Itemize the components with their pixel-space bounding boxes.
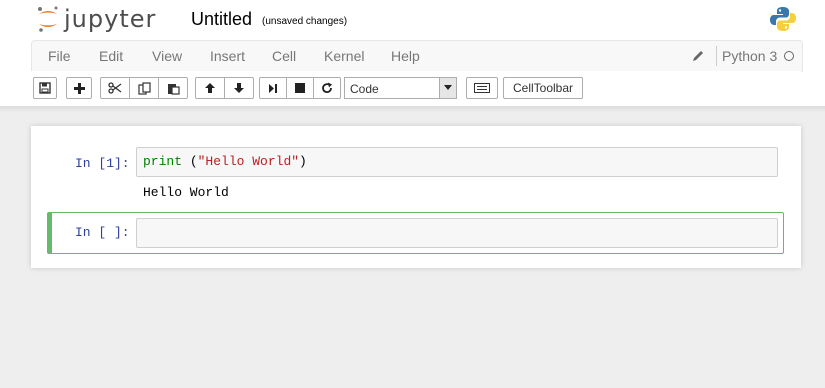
cell-2-selected[interactable]: In [ ]: [47,212,784,254]
copy-button[interactable] [129,77,159,99]
toolbar: Code CellToolbar [31,71,801,105]
celltoolbar-button[interactable]: CellToolbar [503,77,583,99]
stop-icon [295,83,305,93]
kernel-divider [716,46,717,66]
cell-2-input[interactable] [136,218,778,248]
paste-button[interactable] [158,77,188,99]
header-shadow [0,106,825,112]
logo-text: jupyter [64,5,157,33]
arrow-up-icon [205,83,215,93]
run-button[interactable] [259,77,287,99]
autosave-status: (unsaved changes) [262,16,348,27]
plus-icon [73,82,85,94]
cell-1-prompt: In [1]: [75,156,130,171]
menu-insert[interactable]: Insert [210,48,245,64]
run-icon [269,83,277,93]
cell-type-value: Code [350,82,379,96]
cell-type-select[interactable]: Code [344,77,457,99]
code-keyword: print [143,154,183,169]
cut-button[interactable] [100,77,130,99]
notebook-title[interactable]: Untitled [191,9,252,30]
cell-1-input[interactable]: print ("Hello World") [136,147,778,177]
restart-button[interactable] [313,77,341,99]
move-up-button[interactable] [195,77,225,99]
code-paren-close: ) [299,154,307,169]
menu-help[interactable]: Help [391,48,420,64]
cut-icon [108,82,122,94]
notebook-header: jupyter Untitled (unsaved changes) File … [0,0,825,106]
code-paren-open: ( [182,154,198,169]
kernel-name[interactable]: Python 3 [722,48,777,64]
command-palette-button[interactable] [466,77,498,99]
notebook-container: In [1]: print ("Hello World") Hello Worl… [31,126,801,268]
move-down-button[interactable] [224,77,254,99]
arrow-down-icon [234,83,244,93]
cell-2-prompt: In [ ]: [75,225,130,240]
celltoolbar-label: CellToolbar [512,81,574,95]
menu-kernel[interactable]: Kernel [324,48,364,64]
menu-file[interactable]: File [48,48,71,64]
save-icon [39,82,51,94]
menu-view[interactable]: View [152,48,182,64]
menu-edit[interactable]: Edit [99,48,123,64]
code-string: "Hello World" [197,154,300,169]
kernel-status-icon [784,51,794,61]
keyboard-icon [474,83,490,93]
save-button[interactable] [33,77,57,99]
cell-1-code: print ("Hello World") [143,154,307,169]
menu-cell[interactable]: Cell [272,48,296,64]
jupyter-logo[interactable]: jupyter [36,3,156,35]
cell-1-output: Hello World [143,185,229,200]
add-cell-button[interactable] [66,77,92,99]
jupyter-logo-icon [38,6,58,32]
paste-icon [167,83,180,95]
restart-icon [322,82,332,94]
python-logo-icon [770,7,796,31]
stop-button[interactable] [286,77,314,99]
chevron-down-icon[interactable] [439,78,456,98]
menubar: File Edit View Insert Cell Kernel Help P… [31,40,803,72]
pencil-icon[interactable] [691,49,705,63]
copy-icon [137,81,151,95]
